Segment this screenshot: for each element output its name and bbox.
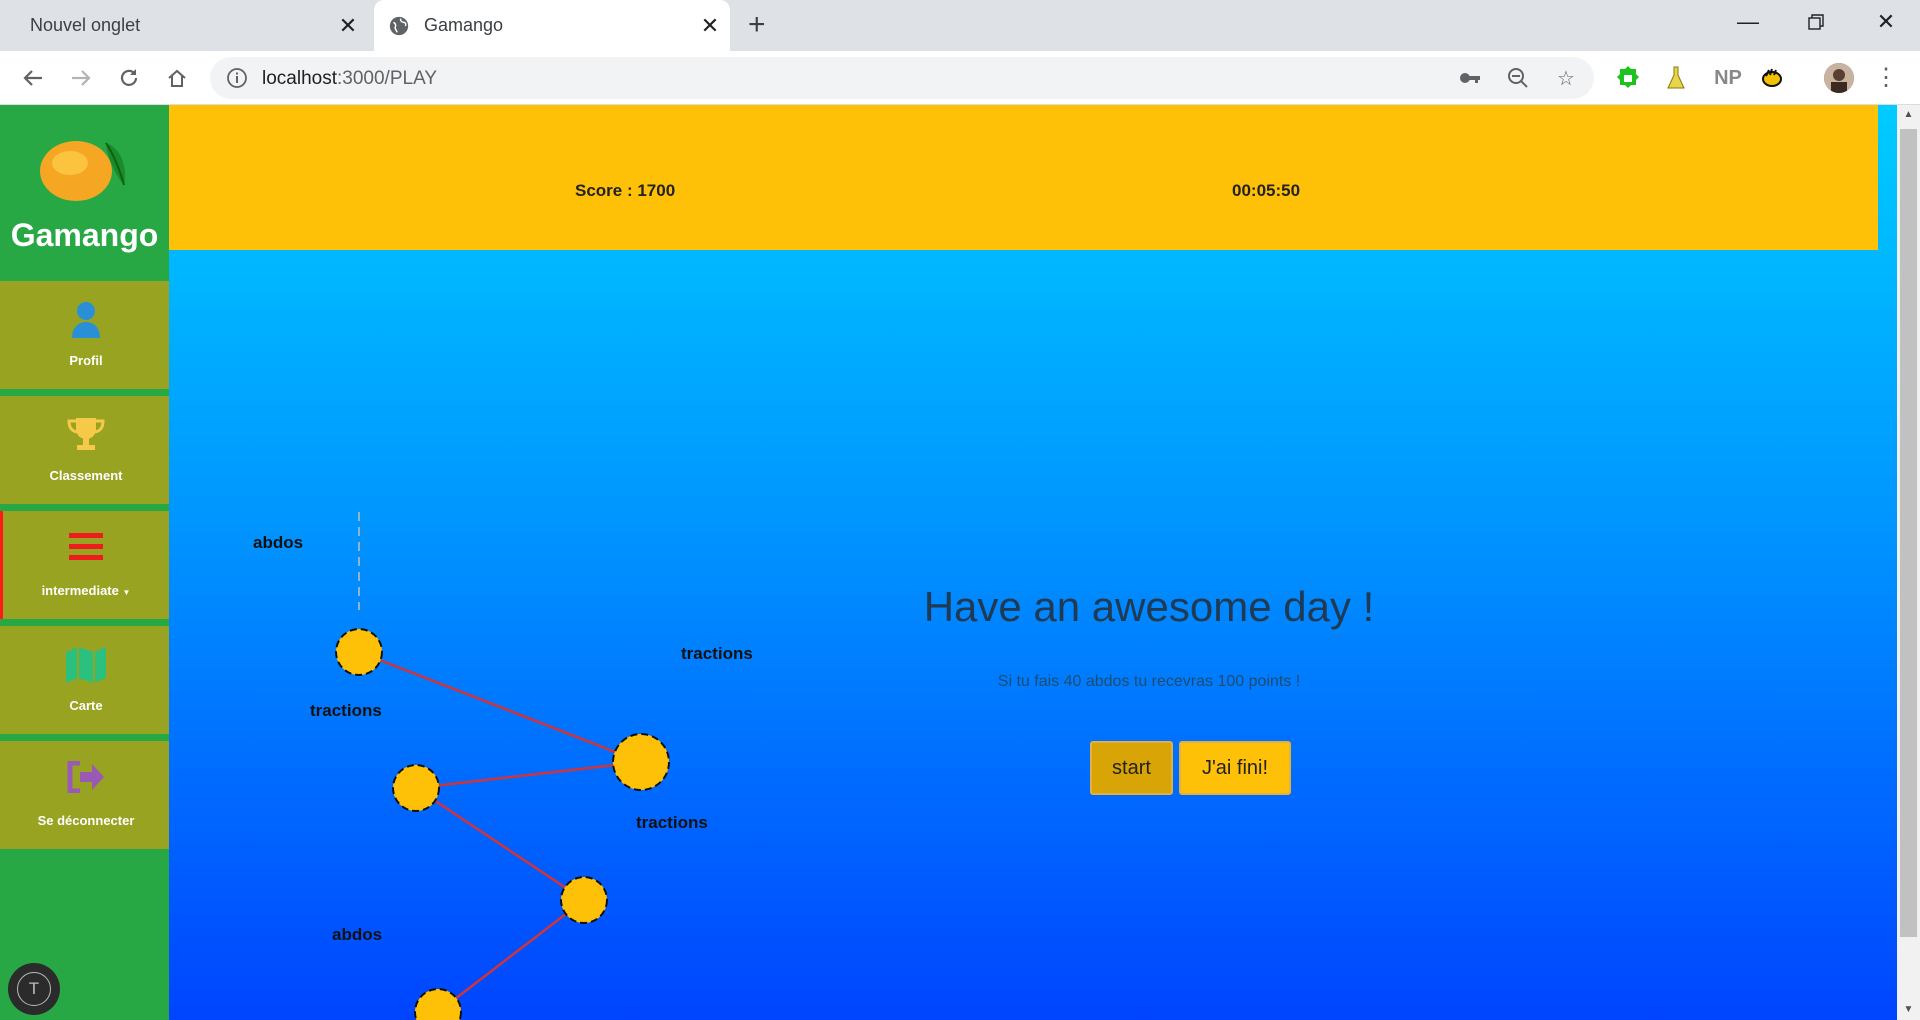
zoom-out-icon[interactable] (1506, 66, 1530, 90)
path-segment (415, 760, 642, 790)
user-icon (72, 302, 100, 338)
browser-tabstrip: Nouvel onglet ✕ Gamango ✕ + — ✕ (0, 0, 1920, 51)
start-button[interactable]: start (1090, 741, 1173, 795)
hand-extension-icon[interactable] (1758, 64, 1786, 92)
sidebar-item-classement[interactable]: Classement (0, 396, 169, 504)
globe-icon (389, 16, 409, 35)
tab-title: Gamango (424, 15, 504, 35)
path-node[interactable] (392, 764, 440, 812)
np-extension-icon[interactable]: NP (1710, 64, 1746, 92)
sidebar-item-label: Classement (49, 468, 123, 483)
path-node[interactable] (335, 628, 383, 676)
sidebar-item-label: intermediate ▼ (3, 583, 169, 598)
node-label: abdos (253, 533, 304, 552)
score-bar: Score : 1700 00:05:50 (169, 105, 1878, 250)
path-node[interactable] (612, 733, 670, 791)
tab-gamango[interactable]: Gamango ✕ (374, 0, 730, 51)
back-icon[interactable] (16, 61, 50, 95)
map-icon (66, 647, 106, 683)
url-text: localhost:3000/PLAY (262, 68, 437, 90)
close-window-icon[interactable]: ✕ (1856, 0, 1916, 44)
url-host: localhost (262, 68, 337, 89)
flask-extension-icon[interactable] (1662, 64, 1690, 92)
browser-toolbar: localhost:3000/PLAY ☆ NP ⋮ (0, 51, 1920, 105)
brand-name: Gamango (10, 217, 159, 253)
sidebar-item-label: Se déconnecter (37, 813, 135, 828)
restore-icon[interactable] (1786, 0, 1846, 44)
floating-button-label: T (17, 972, 51, 1006)
scrollbar[interactable]: ▲ ▼ (1897, 105, 1920, 1020)
minimize-icon[interactable]: — (1718, 0, 1778, 44)
scroll-down-icon[interactable]: ▼ (1897, 1000, 1920, 1020)
url-path: :3000/PLAY (337, 68, 438, 89)
scroll-thumb[interactable] (1900, 129, 1917, 937)
sign-out-icon (67, 761, 104, 793)
mango-logo-icon (40, 141, 126, 201)
node-label: tractions (636, 813, 708, 832)
greeting-heading: Have an awesome day ! (923, 583, 1375, 630)
sidebar-item-intermediate[interactable]: intermediate ▼ (0, 511, 169, 619)
key-icon[interactable] (1458, 66, 1482, 90)
green-extension-icon[interactable] (1614, 64, 1642, 92)
path-node[interactable] (560, 876, 608, 924)
path-segment (415, 786, 585, 902)
trophy-icon (67, 418, 105, 450)
challenge-text: Si tu fais 40 abdos tu recevras 100 poin… (997, 673, 1301, 690)
avatar[interactable] (1824, 63, 1854, 93)
score-text: Score : 1700 (575, 181, 676, 200)
tab-title: Nouvel onglet (30, 15, 141, 35)
sidebar-item-carte[interactable]: Carte (0, 626, 169, 734)
new-tab-button[interactable]: + (748, 8, 766, 42)
caret-down-icon: ▼ (122, 588, 131, 597)
path-node[interactable] (414, 988, 462, 1020)
main-area: Score : 1700 00:05:50 abdos tractions tr… (169, 105, 1897, 1020)
timer-text: 00:05:50 (1232, 181, 1301, 200)
address-bar[interactable]: localhost:3000/PLAY ☆ (210, 57, 1594, 99)
node-label: tractions (681, 644, 753, 663)
reload-icon[interactable] (112, 61, 146, 95)
path-segment (358, 650, 642, 764)
path-segment (437, 899, 585, 1013)
scroll-up-icon[interactable]: ▲ (1897, 105, 1920, 125)
done-button[interactable]: J'ai fini! (1179, 741, 1291, 795)
brand[interactable]: Gamango (0, 105, 169, 280)
star-icon[interactable]: ☆ (1554, 66, 1578, 90)
sidebar-item-profil[interactable]: Profil (0, 281, 169, 389)
level-label: intermediate (41, 583, 119, 598)
home-icon[interactable] (160, 61, 194, 95)
node-label: abdos (332, 925, 383, 944)
exercise-path (335, 512, 670, 1020)
close-icon[interactable]: ✕ (328, 13, 368, 39)
hamburger-icon (69, 533, 103, 560)
sidebar-item-label: Carte (69, 698, 103, 713)
node-label: tractions (310, 701, 382, 720)
sidebar: Gamango Profil Classement intermediate ▼… (0, 105, 169, 1020)
forward-icon[interactable] (64, 61, 98, 95)
kebab-menu-icon[interactable]: ⋮ (1874, 63, 1898, 93)
page: Gamango Profil Classement intermediate ▼… (0, 105, 1920, 1020)
floating-assistant-button[interactable]: T (8, 963, 60, 1015)
sidebar-item-se-deconnecter[interactable]: Se déconnecter (0, 741, 169, 849)
info-icon[interactable] (226, 67, 248, 89)
tab-new-tab[interactable]: Nouvel onglet ✕ (0, 0, 368, 51)
close-icon[interactable]: ✕ (690, 13, 730, 39)
sidebar-item-label: Profil (69, 353, 103, 368)
